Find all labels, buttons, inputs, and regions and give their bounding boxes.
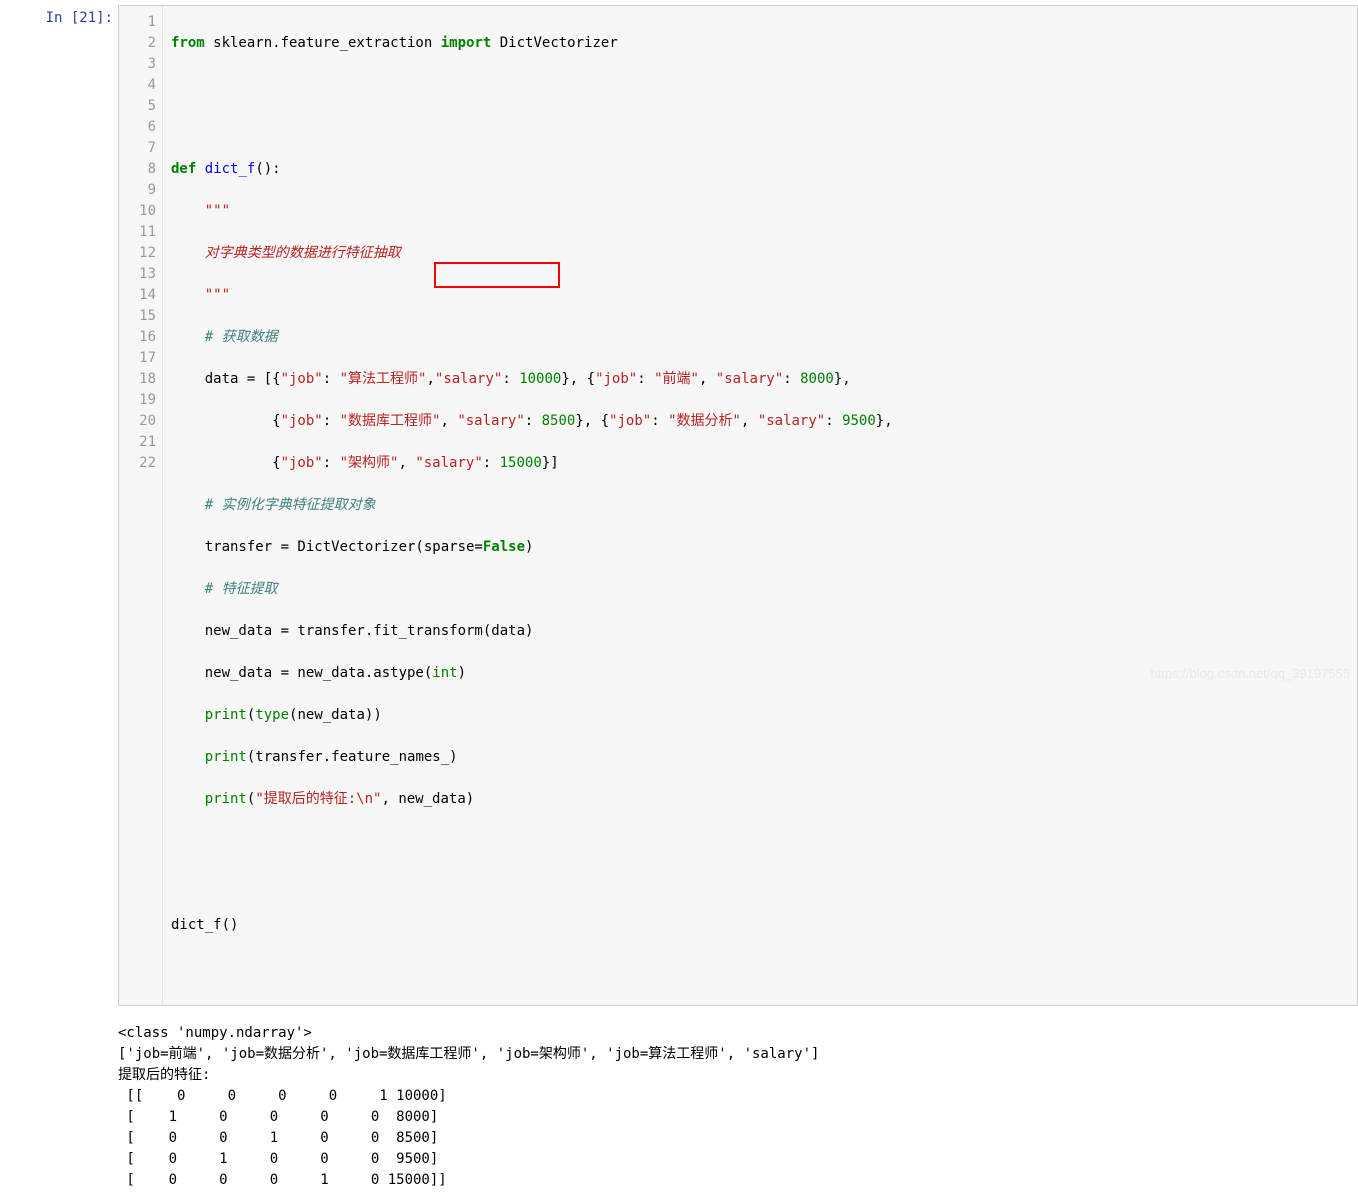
input-prompt: In [21]: [0, 5, 118, 1006]
code-input-area[interactable]: 12345678910111213141516171819202122 from… [118, 5, 1358, 1006]
watermark: https://blog.csdn.net/qq_39197555 [1151, 666, 1351, 681]
code-content[interactable]: from sklearn.feature_extraction import D… [163, 6, 1357, 1005]
output-prompt [0, 1023, 118, 1197]
output-text: <class 'numpy.ndarray'> ['job=前端', 'job=… [118, 1023, 1358, 1197]
code-cell: In [21]: 1234567891011121314151617181920… [0, 0, 1358, 1011]
line-number-gutter: 12345678910111213141516171819202122 [119, 6, 163, 1005]
output-cell: <class 'numpy.ndarray'> ['job=前端', 'job=… [0, 1011, 1358, 1197]
